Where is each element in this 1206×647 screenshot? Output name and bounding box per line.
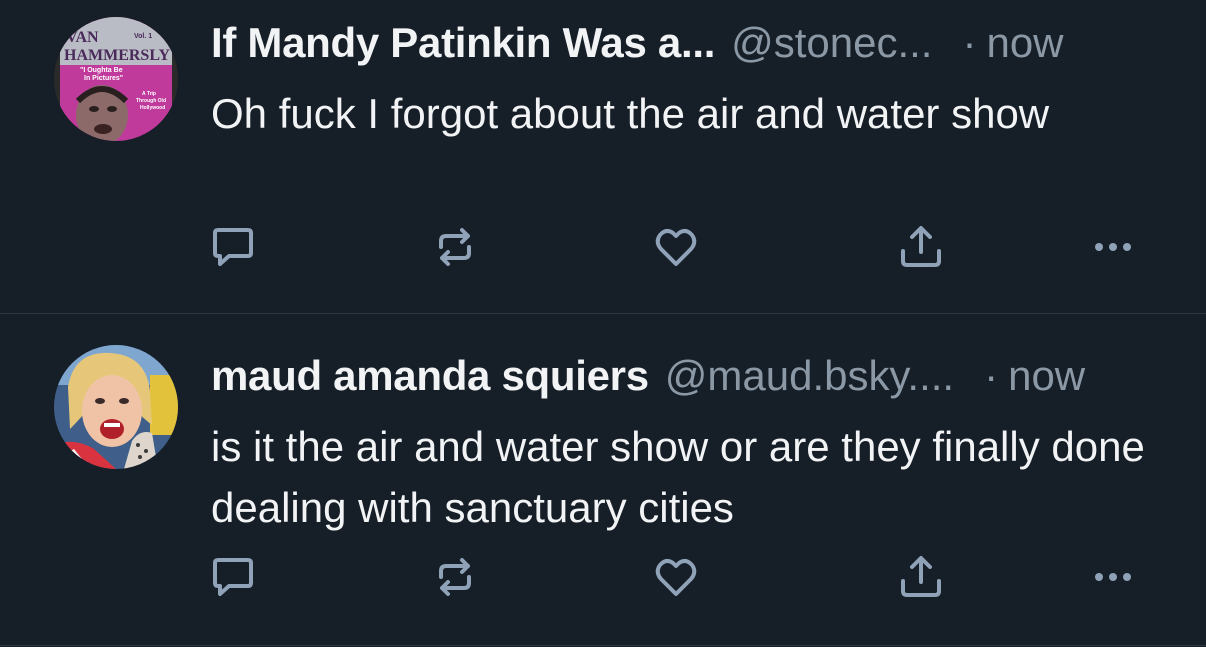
repost-icon [439, 228, 471, 266]
more-icon [1095, 243, 1131, 251]
avatar-cover-text: In Pictures" [84, 75, 123, 82]
like-button[interactable] [652, 225, 700, 269]
post-actions [209, 555, 1149, 599]
like-button[interactable] [652, 555, 700, 599]
reply-button[interactable] [209, 555, 257, 599]
post-content: If Mandy Patinkin Was a... @stonec... · … [211, 17, 1160, 144]
share-icon [901, 556, 941, 597]
more-options-button[interactable] [1089, 555, 1137, 599]
post-actions [209, 225, 1149, 269]
share-button[interactable] [897, 555, 945, 599]
timestamp[interactable]: now [1008, 350, 1085, 402]
more-options-button[interactable] [1089, 225, 1137, 269]
handle[interactable]: @stonec... [731, 17, 932, 69]
post[interactable]: maud amanda squiers @maud.bsky.... · now… [0, 314, 1206, 646]
reply-icon [213, 558, 253, 596]
heart-icon [655, 558, 697, 596]
avatar-image: VAN Vol. 1 HAMMERSLY "I Oughta Be In Pic… [54, 17, 178, 141]
share-button[interactable] [897, 225, 945, 269]
handle[interactable]: @maud.bsky.... [665, 350, 954, 402]
post-text: is it the air and water show or are they… [211, 423, 1145, 531]
display-name[interactable]: maud amanda squiers [211, 350, 649, 402]
avatar-cover-text: A Trip [142, 91, 156, 97]
post-text: Oh fuck I forgot about the air and water… [211, 90, 1050, 137]
post-header: If Mandy Patinkin Was a... @stonec... · … [211, 17, 1160, 69]
repost-button[interactable] [431, 225, 479, 269]
avatar-cover-text: Vol. 1 [134, 33, 152, 40]
avatar-cover-text: "I Oughta Be [80, 67, 123, 74]
share-icon [901, 226, 941, 267]
avatar-cover-text: HAMMERSLY [64, 47, 171, 64]
repost-button[interactable] [431, 555, 479, 599]
avatar-image [54, 345, 178, 469]
repost-icon [439, 558, 471, 596]
avatar-cover-text: Hollywood [140, 105, 165, 111]
avatar[interactable]: VAN Vol. 1 HAMMERSLY "I Oughta Be In Pic… [54, 17, 178, 141]
post-content: maud amanda squiers @maud.bsky.... · now… [211, 350, 1160, 538]
separator: · [984, 352, 999, 399]
timestamp[interactable]: now [986, 17, 1063, 69]
post-header: maud amanda squiers @maud.bsky.... · now [211, 350, 1160, 402]
separator: · [962, 19, 977, 66]
reply-button[interactable] [209, 225, 257, 269]
avatar-cover-text: Through Old [136, 98, 166, 104]
heart-icon [655, 228, 697, 266]
display-name[interactable]: If Mandy Patinkin Was a... [211, 17, 715, 69]
feed: VAN Vol. 1 HAMMERSLY "I Oughta Be In Pic… [0, 0, 1206, 647]
more-icon [1095, 573, 1131, 581]
avatar[interactable] [54, 345, 178, 469]
avatar-cover-text: VAN [66, 29, 99, 46]
reply-icon [213, 228, 253, 266]
post[interactable]: VAN Vol. 1 HAMMERSLY "I Oughta Be In Pic… [0, 0, 1206, 314]
